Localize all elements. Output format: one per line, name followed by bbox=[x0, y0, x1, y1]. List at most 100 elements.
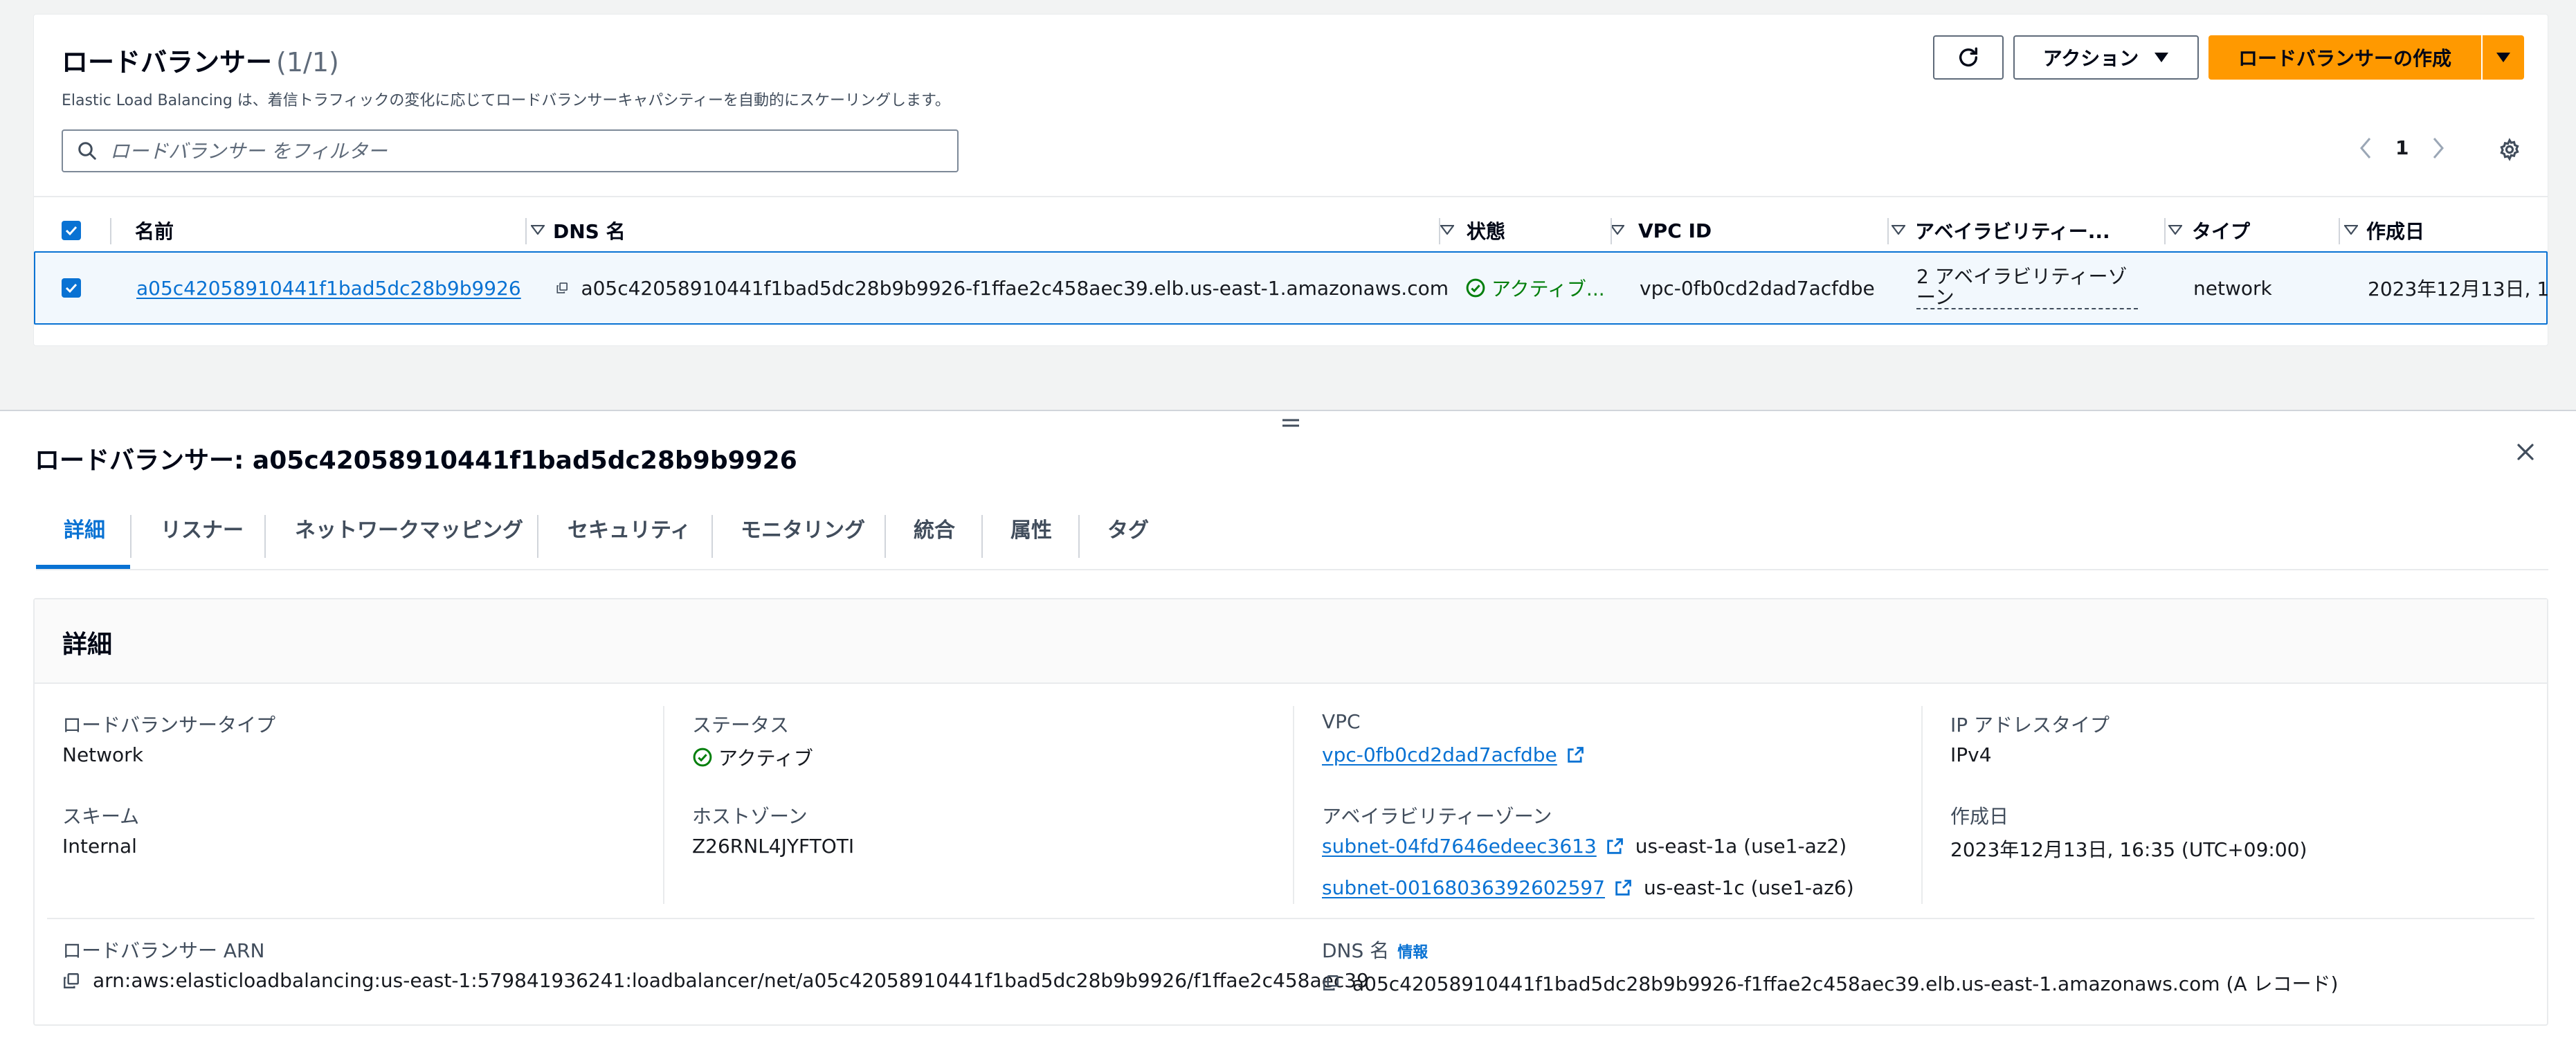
next-page-icon[interactable] bbox=[2432, 137, 2445, 159]
subnet-2-link[interactable]: subnet-00168036392602597 bbox=[1322, 876, 1605, 899]
resize-handle[interactable] bbox=[1282, 417, 1300, 429]
lb-type-label: ロードバランサータイプ bbox=[62, 714, 276, 736]
column-vpc-id-label: VPC ID bbox=[1638, 219, 1712, 242]
list-title: ロードバランサー (1/1) bbox=[62, 41, 339, 79]
list-description: Elastic Load Balancing は、着信トラフィックの変化に応じて… bbox=[62, 92, 950, 109]
state-cell: アクティブ... bbox=[1465, 253, 1645, 323]
ip-type-label: IP アドレスタイプ bbox=[1950, 714, 2110, 736]
az-value-line2: ーン bbox=[1916, 287, 2138, 309]
column-created-label: 作成日 bbox=[2366, 220, 2425, 243]
row-checkbox[interactable] bbox=[62, 253, 81, 323]
az-cell[interactable]: 2 アベイラビリティーゾ ーン bbox=[1916, 253, 2179, 323]
table-row[interactable]: a05c42058910441f1bad5dc28b9b9926 a05c420… bbox=[34, 251, 2549, 325]
sort-caret-icon bbox=[2344, 225, 2358, 235]
status-success-icon bbox=[693, 748, 712, 767]
create-load-balancer-button[interactable]: ロードバランサーの作成 bbox=[2208, 35, 2481, 80]
status-value-group: アクティブ bbox=[692, 743, 813, 771]
vpc-link[interactable]: vpc-0fb0cd2dad7acfdbe bbox=[1322, 743, 1557, 766]
copy-icon[interactable] bbox=[556, 279, 568, 297]
arn-label: ロードバランサー ARN bbox=[62, 939, 265, 962]
lb-type-value: Network bbox=[62, 743, 143, 766]
active-tab-indicator bbox=[36, 565, 130, 569]
dns-name-value: a05c42058910441f1bad5dc28b9b9926-f1ffae2… bbox=[581, 276, 1449, 300]
subnet-1-az: us-east-1a (use1-az2) bbox=[1635, 835, 1847, 858]
details-heading: 詳細 bbox=[62, 631, 113, 659]
dns-info-link[interactable]: 情報 bbox=[1397, 944, 1428, 961]
tab-divider bbox=[537, 515, 538, 558]
column-divider bbox=[2339, 218, 2340, 244]
scheme-value: Internal bbox=[62, 835, 137, 858]
tab-listeners[interactable]: リスナー bbox=[161, 487, 244, 569]
tab-divider bbox=[981, 515, 983, 558]
created-label: 作成日 bbox=[1950, 805, 2009, 828]
tab-bar: 詳細 リスナー ネットワークマッピング セキュリティ モニタリング 統合 属性 … bbox=[36, 487, 2548, 570]
load-balancer-name-link[interactable]: a05c42058910441f1bad5dc28b9b9926 bbox=[136, 277, 521, 300]
dns-value-group: a05c42058910441f1bad5dc28b9b9926-f1ffae2… bbox=[1322, 969, 2338, 997]
actions-button[interactable]: アクション bbox=[2013, 35, 2199, 80]
scheme-label: スキーム bbox=[62, 805, 140, 828]
filter-input[interactable] bbox=[110, 139, 941, 163]
ip-type-value: IPv4 bbox=[1950, 743, 1992, 766]
status-value: アクティブ bbox=[718, 747, 813, 770]
created-value: 2023年12月13日, 16: bbox=[2368, 278, 2549, 300]
external-link-icon bbox=[1568, 746, 1584, 763]
check-icon bbox=[65, 283, 78, 293]
refresh-button[interactable] bbox=[1933, 35, 2004, 80]
column-divider bbox=[1921, 706, 1923, 904]
sort-caret-icon bbox=[1440, 225, 1454, 235]
load-balancer-list-panel: ロードバランサー (1/1) Elastic Load Balancing は、着… bbox=[33, 14, 2549, 346]
hosted-zone-value: Z26RNL4JYFTOTI bbox=[692, 835, 855, 858]
actions-label: アクション bbox=[2042, 47, 2139, 70]
tab-divider bbox=[885, 515, 886, 558]
column-az-label: アベイラビリティー... bbox=[1915, 220, 2110, 243]
tab-divider bbox=[264, 515, 266, 558]
vpc-label: VPC bbox=[1322, 710, 1361, 733]
column-divider bbox=[663, 706, 664, 904]
tab-security[interactable]: セキュリティ bbox=[568, 487, 691, 569]
external-link-icon bbox=[1615, 879, 1631, 896]
external-link-icon bbox=[1607, 838, 1623, 854]
subnet-2-az: us-east-1c (use1-az6) bbox=[1644, 876, 1854, 899]
status-label: ステータス bbox=[692, 714, 790, 736]
subnet-2-group: subnet-00168036392602597 us-east-1c (use… bbox=[1322, 876, 1854, 899]
copy-icon[interactable] bbox=[62, 972, 80, 990]
create-options-dropdown-button[interactable] bbox=[2483, 35, 2524, 80]
dns-cell: a05c42058910441f1bad5dc28b9b9926-f1ffae2… bbox=[556, 253, 1449, 323]
subnet-1-link[interactable]: subnet-04fd7646edeec3613 bbox=[1322, 835, 1597, 858]
caret-down-icon bbox=[2496, 53, 2510, 62]
column-divider bbox=[1293, 706, 1294, 904]
column-divider bbox=[1611, 218, 1612, 244]
page-number[interactable]: 1 bbox=[2395, 136, 2409, 159]
table-preferences-button[interactable] bbox=[2498, 138, 2521, 161]
details-container: 詳細 ロードバランサータイプ Network スキーム Internal ステー… bbox=[33, 598, 2548, 1026]
list-title-text: ロードバランサー bbox=[62, 47, 273, 78]
previous-page-icon[interactable] bbox=[2359, 137, 2372, 159]
dns-value: a05c42058910441f1bad5dc28b9b9926-f1ffae2… bbox=[1352, 972, 2339, 995]
refresh-icon bbox=[1959, 47, 1978, 66]
tab-attributes[interactable]: 属性 bbox=[1010, 487, 1052, 569]
vpc-id-value: vpc-0fb0cd2dad7acfdbe bbox=[1640, 276, 1875, 300]
hosted-zone-label: ホストゾーン bbox=[692, 805, 808, 828]
az-label: アベイラビリティーゾーン bbox=[1322, 805, 1552, 828]
tab-divider bbox=[1078, 515, 1080, 558]
tab-details[interactable]: 詳細 bbox=[64, 487, 105, 569]
tab-tags[interactable]: タグ bbox=[1107, 487, 1149, 569]
subnet-1-group: subnet-04fd7646edeec3613 us-east-1a (use… bbox=[1322, 835, 1847, 858]
tab-monitoring[interactable]: モニタリング bbox=[741, 487, 865, 569]
filter-field[interactable] bbox=[62, 129, 959, 172]
column-divider bbox=[1887, 218, 1889, 244]
column-type-label: タイプ bbox=[2192, 220, 2251, 243]
tab-network-mapping[interactable]: ネットワークマッピング bbox=[295, 487, 523, 569]
close-button[interactable] bbox=[2515, 442, 2536, 462]
type-value: network bbox=[2193, 276, 2272, 300]
detail-panel: ロードバランサー: a05c42058910441f1bad5dc28b9b99… bbox=[0, 410, 2576, 1041]
sort-caret-icon bbox=[531, 225, 545, 235]
tab-divider bbox=[130, 515, 131, 558]
column-divider bbox=[525, 218, 527, 244]
caret-down-icon bbox=[2155, 53, 2169, 62]
column-divider bbox=[2164, 218, 2166, 244]
copy-icon[interactable] bbox=[1322, 974, 1340, 992]
sort-caret-icon bbox=[2168, 225, 2182, 235]
tab-integrations[interactable]: 統合 bbox=[914, 487, 955, 569]
column-dns-label: DNS 名 bbox=[553, 220, 626, 243]
